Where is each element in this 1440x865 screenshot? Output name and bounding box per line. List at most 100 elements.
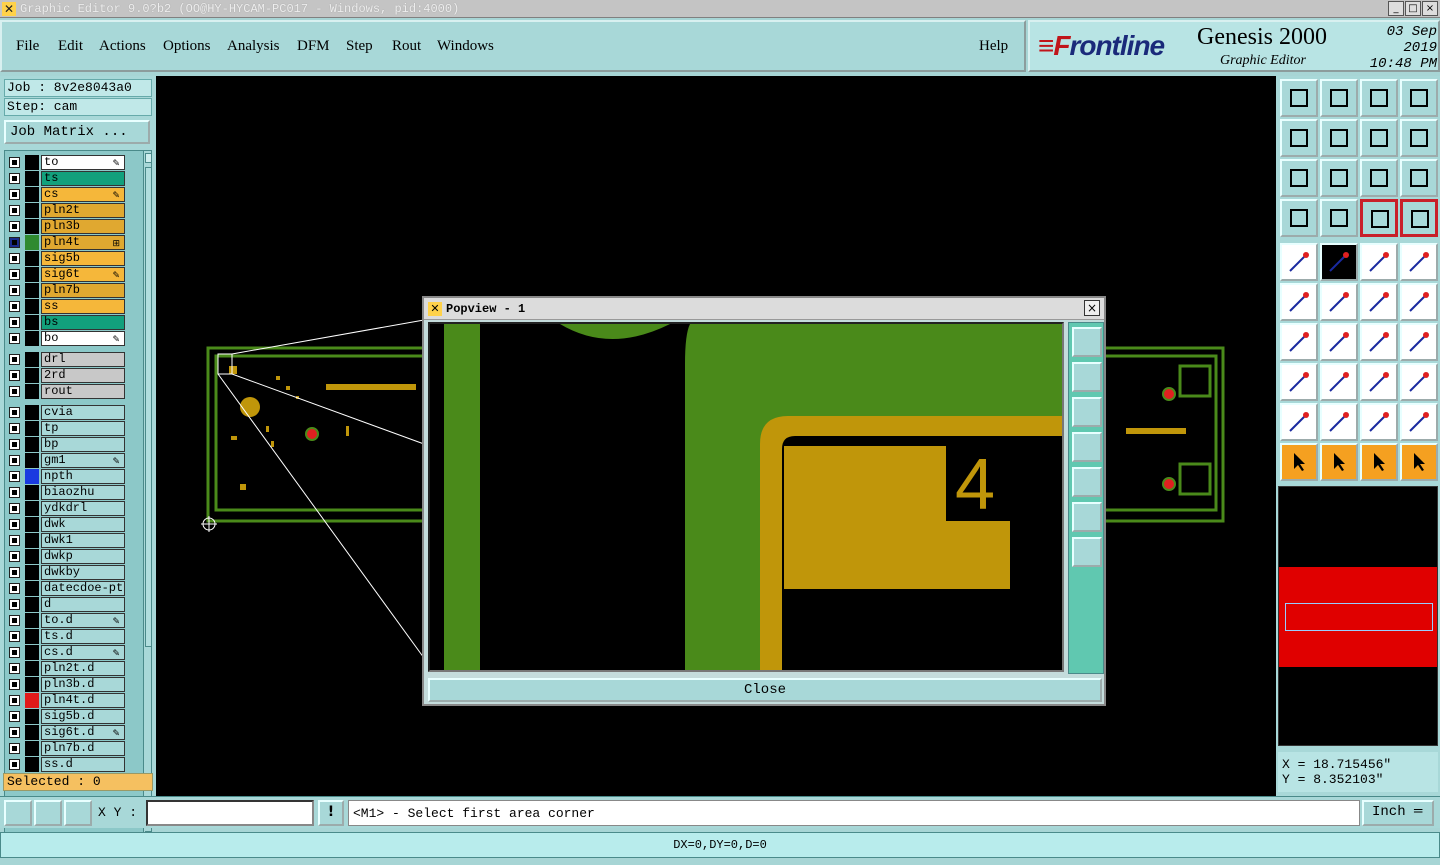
layer-name[interactable]: gm1 ✎	[41, 453, 125, 468]
layer-checkbox[interactable]	[9, 583, 20, 594]
layer-row[interactable]: biaozhu	[7, 485, 127, 500]
help-icon[interactable]	[1400, 159, 1438, 197]
center-icon[interactable]	[1320, 159, 1358, 197]
menu-options[interactable]: Options	[163, 38, 211, 55]
close-window-button[interactable]: ×	[1422, 1, 1438, 16]
layer-row[interactable]: bp	[7, 437, 127, 452]
layer-checkbox[interactable]	[9, 711, 20, 722]
snap-icon[interactable]	[1360, 199, 1398, 237]
point-icon[interactable]	[1400, 283, 1438, 321]
fit-icon[interactable]	[1280, 159, 1318, 197]
layer-name[interactable]: sig6t ✎	[41, 267, 125, 282]
layer-name[interactable]: rout	[41, 384, 125, 399]
ruler-icon[interactable]	[1360, 243, 1398, 281]
layer-name[interactable]: sig5b.d	[41, 709, 125, 724]
cross-icon[interactable]	[1320, 283, 1358, 321]
layer-checkbox[interactable]	[9, 519, 20, 530]
layer-checkbox[interactable]	[9, 370, 20, 381]
layer-checkbox[interactable]	[9, 471, 20, 482]
layer-checkbox[interactable]	[9, 679, 20, 690]
home-icon[interactable]	[1360, 79, 1398, 117]
layer-checkbox[interactable]	[9, 407, 20, 418]
maximize-button[interactable]: □	[1405, 1, 1421, 16]
layer-checkbox[interactable]	[9, 759, 20, 770]
measure-icon[interactable]	[1360, 363, 1398, 401]
menu-windows[interactable]: Windows	[437, 38, 494, 55]
layer-checkbox[interactable]	[9, 487, 20, 498]
pv-zoom-icon[interactable]	[1072, 537, 1102, 567]
layer-row[interactable]: pln2t	[7, 203, 127, 218]
layer-name[interactable]: ss	[41, 299, 125, 314]
layer-row[interactable]: cs ✎	[7, 187, 127, 202]
layer-checkbox[interactable]	[9, 301, 20, 312]
pv-fit-icon[interactable]	[1072, 502, 1102, 532]
menu-step[interactable]: Step	[346, 38, 373, 55]
layer-name[interactable]: ss.d	[41, 757, 125, 772]
layer-scrollbar[interactable]	[143, 151, 151, 843]
layer-checkbox[interactable]	[9, 727, 20, 738]
layer-name[interactable]: cs ✎	[41, 187, 125, 202]
popview-canvas[interactable]: 4	[428, 322, 1064, 672]
layer-row[interactable]: dwk	[7, 517, 127, 532]
layer-name[interactable]: pln2t	[41, 203, 125, 218]
layer-checkbox[interactable]	[9, 221, 20, 232]
layer-checkbox[interactable]	[9, 647, 20, 658]
layer-name[interactable]: dwk	[41, 517, 125, 532]
layer-name[interactable]: dwkby	[41, 565, 125, 580]
layer-name[interactable]: bp	[41, 437, 125, 452]
layer-checkbox[interactable]	[9, 205, 20, 216]
top-icon[interactable]	[1280, 79, 1318, 117]
layer-name[interactable]: sig6t.d ✎	[41, 725, 125, 740]
xy-input[interactable]	[146, 800, 314, 826]
layer-row[interactable]: pln2t.d	[7, 661, 127, 676]
layer-name[interactable]: pln2t.d	[41, 661, 125, 676]
layer-name[interactable]: dwk1	[41, 533, 125, 548]
bottom-icon[interactable]	[1320, 79, 1358, 117]
right-icon[interactable]	[1320, 119, 1358, 157]
layer-name[interactable]: sig5b	[41, 251, 125, 266]
layer-row[interactable]: pln3b.d	[7, 677, 127, 692]
layer-name[interactable]: d	[41, 597, 125, 612]
left-icon[interactable]	[1280, 119, 1318, 157]
layer-name[interactable]: pln3b	[41, 219, 125, 234]
ratio-icon[interactable]	[1360, 159, 1398, 197]
layer-checkbox[interactable]	[9, 269, 20, 280]
layer-checkbox[interactable]	[9, 567, 20, 578]
layer-checkbox[interactable]	[9, 386, 20, 397]
layer-row[interactable]: pln7b.d	[7, 741, 127, 756]
layer-checkbox[interactable]	[9, 285, 20, 296]
layer-checkbox[interactable]	[9, 157, 20, 168]
route-icon[interactable]	[1400, 443, 1438, 481]
layer-checkbox[interactable]	[9, 253, 20, 264]
pointer-icon[interactable]	[1280, 443, 1318, 481]
layer-name[interactable]: to ✎	[41, 155, 125, 170]
layer-name[interactable]: pln3b.d	[41, 677, 125, 692]
layer-checkbox[interactable]	[9, 354, 20, 365]
scroll-thumb[interactable]	[145, 167, 151, 647]
layer-row[interactable]: ts	[7, 171, 127, 186]
pv-left-icon[interactable]	[1072, 432, 1102, 462]
layer-row[interactable]: npth	[7, 469, 127, 484]
layer-row[interactable]: d	[7, 597, 127, 612]
layer-row[interactable]: bo ✎	[7, 331, 127, 346]
layer-checkbox[interactable]	[9, 615, 20, 626]
layer-checkbox[interactable]	[9, 631, 20, 642]
undo-icon[interactable]	[1360, 119, 1398, 157]
grid-icon[interactable]	[1320, 199, 1358, 237]
layer-name[interactable]: pln4t.d	[41, 693, 125, 708]
menu-rout[interactable]: Rout	[392, 38, 421, 55]
layer-checkbox[interactable]	[9, 551, 20, 562]
blob-icon[interactable]	[1400, 363, 1438, 401]
pointer3-icon[interactable]	[1360, 443, 1398, 481]
layer-name[interactable]: biaozhu	[41, 485, 125, 500]
menu-edit[interactable]: Edit	[58, 38, 83, 55]
layer-row[interactable]: rout	[7, 384, 127, 399]
layer-row[interactable]: dwk1	[7, 533, 127, 548]
layer-name[interactable]: tp	[41, 421, 125, 436]
popview-close-button[interactable]: Close	[428, 678, 1102, 702]
menu-help[interactable]: Help	[979, 38, 1008, 55]
layer-row[interactable]: ts.d	[7, 629, 127, 644]
angle-icon[interactable]	[1280, 323, 1318, 361]
circle-icon[interactable]	[1400, 243, 1438, 281]
connect-icon[interactable]	[1280, 363, 1318, 401]
